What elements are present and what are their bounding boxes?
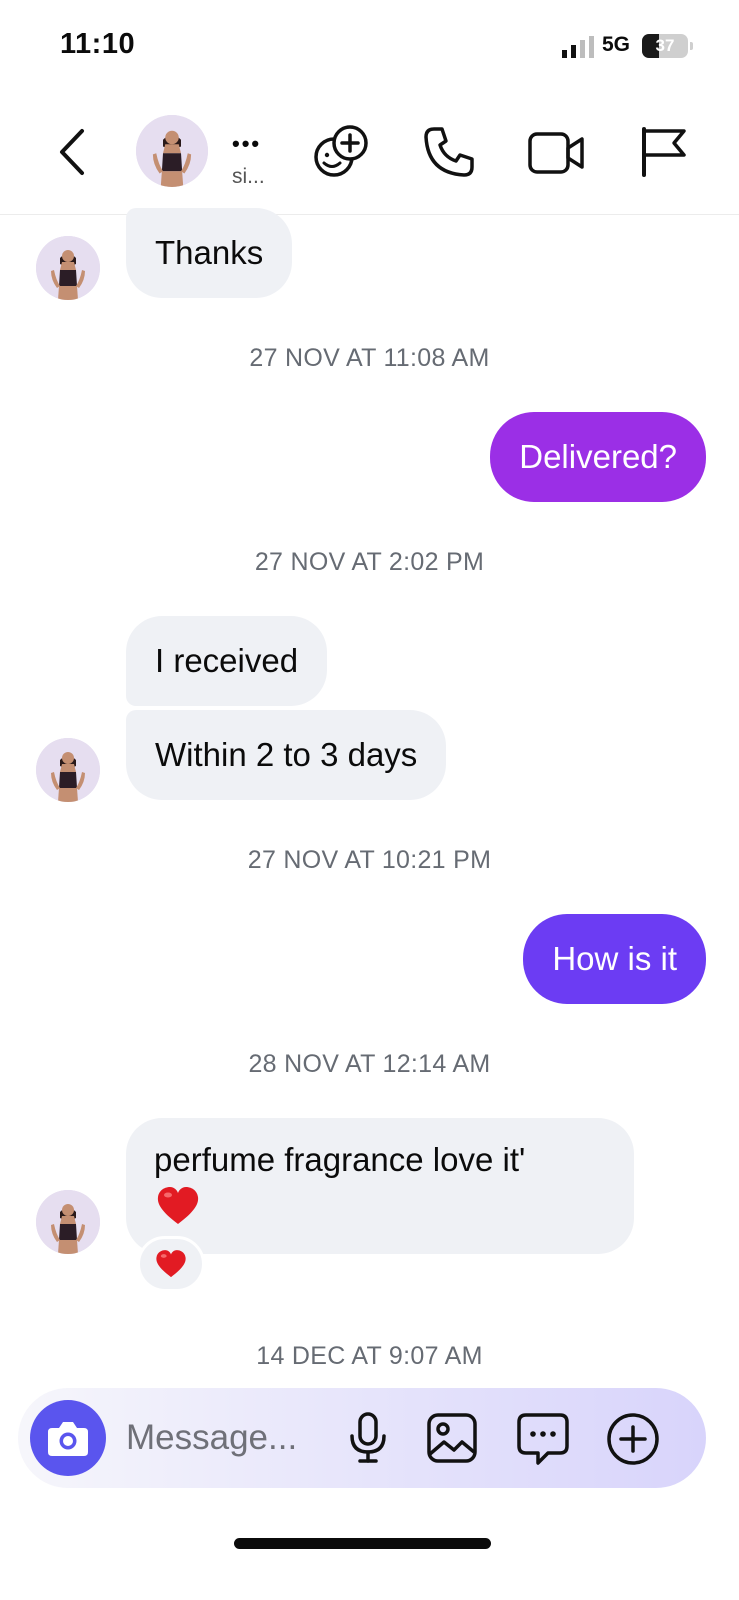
red-heart-icon: [157, 1187, 199, 1224]
flag-icon[interactable]: [640, 127, 688, 177]
battery-icon: 37: [642, 34, 688, 58]
battery-tip: [690, 42, 693, 50]
signal-icon: [562, 36, 594, 58]
message-composer: [18, 1388, 706, 1488]
microphone-icon[interactable]: [348, 1412, 388, 1464]
sticker-icon[interactable]: [516, 1412, 570, 1466]
message-timestamp: 27 NOV AT 11:08 AM: [249, 344, 490, 372]
sender-avatar[interactable]: [36, 236, 100, 300]
outgoing-message[interactable]: Delivered?: [490, 412, 706, 502]
incoming-message[interactable]: perfume fragrance love it': [126, 1118, 634, 1254]
status-bar: 11:10 5G 37: [0, 0, 739, 95]
contact-name[interactable]: •••: [232, 131, 261, 157]
message-timestamp: 27 NOV AT 10:21 PM: [247, 846, 492, 874]
back-chevron-icon[interactable]: [56, 127, 88, 177]
incoming-message[interactable]: I received: [126, 616, 328, 706]
contact-avatar[interactable]: [136, 115, 208, 187]
message-reaction[interactable]: [137, 1236, 205, 1292]
camera-icon: [48, 1422, 88, 1456]
video-call-icon[interactable]: [528, 131, 586, 175]
add-effect-icon[interactable]: [312, 123, 370, 181]
sender-photo: [36, 236, 100, 300]
message-input[interactable]: [126, 1415, 332, 1461]
message-timestamp: 27 NOV AT 2:02 PM: [254, 548, 485, 576]
outgoing-message[interactable]: How is it: [523, 914, 706, 1004]
sender-avatar[interactable]: [36, 738, 100, 802]
camera-button[interactable]: [30, 1400, 106, 1476]
sender-avatar[interactable]: [36, 1190, 100, 1254]
contact-username[interactable]: si...: [232, 165, 265, 189]
contact-photo: [136, 115, 208, 187]
message-emoji: [154, 1180, 606, 1228]
incoming-message[interactable]: Thanks: [126, 208, 293, 298]
sender-photo: [36, 738, 100, 802]
message-timestamp: 28 NOV AT 12:14 AM: [248, 1050, 491, 1078]
add-icon[interactable]: [606, 1412, 660, 1466]
gallery-icon[interactable]: [426, 1412, 478, 1464]
status-time: 11:10: [60, 28, 136, 60]
incoming-message[interactable]: Within 2 to 3 days: [126, 710, 447, 800]
message-text: perfume fragrance love it': [154, 1141, 526, 1178]
network-label: 5G: [602, 33, 631, 56]
chat-header: ••• si...: [0, 95, 739, 215]
home-indicator[interactable]: [234, 1538, 491, 1549]
heart-reaction-icon: [156, 1250, 186, 1278]
message-timestamp: 14 DEC AT 9:07 AM: [256, 1342, 483, 1370]
phone-icon[interactable]: [422, 125, 476, 179]
sender-photo: [36, 1190, 100, 1254]
battery-percent: 37: [655, 36, 675, 55]
